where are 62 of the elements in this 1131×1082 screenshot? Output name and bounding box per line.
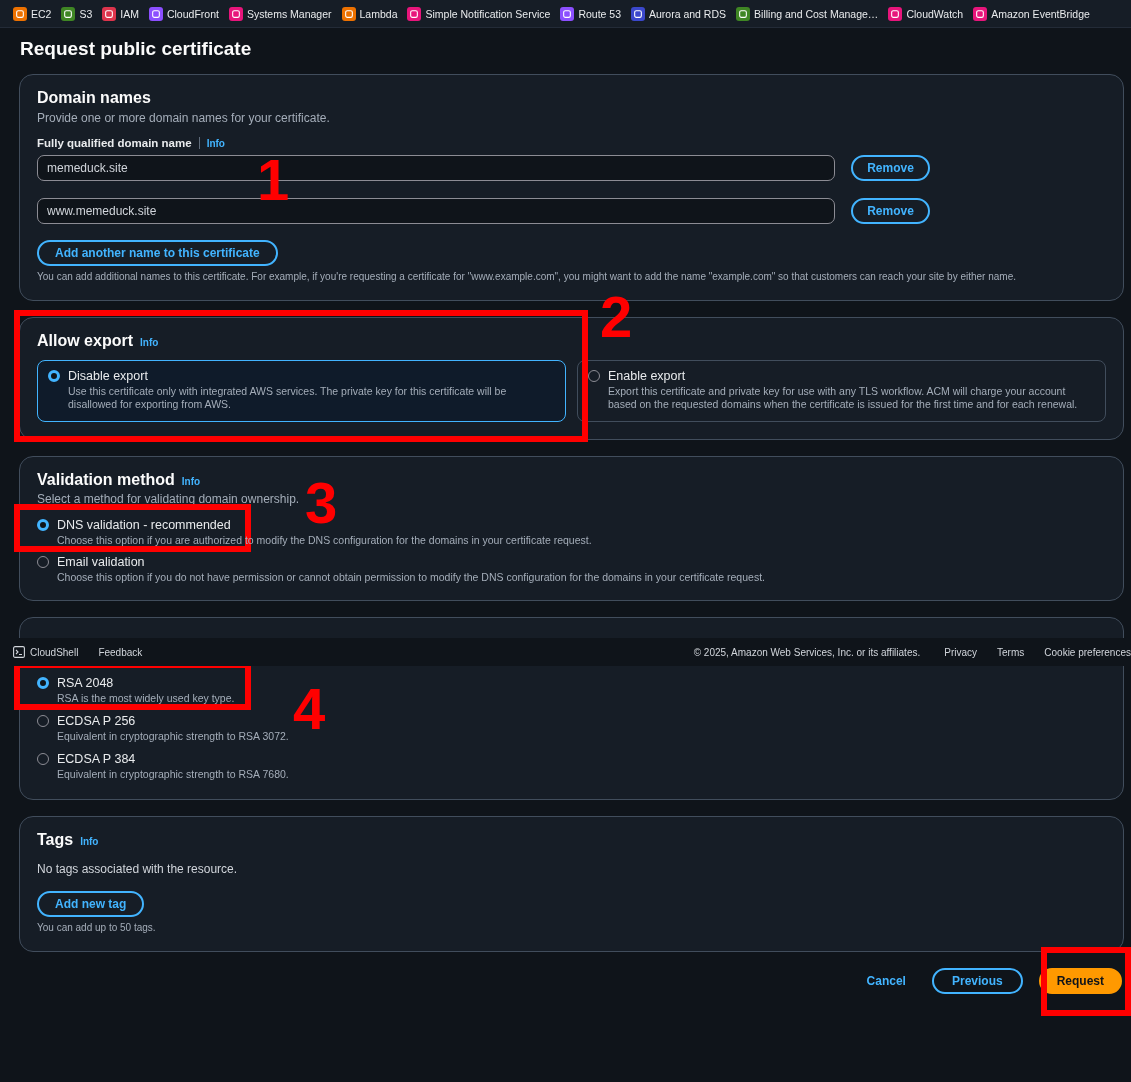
radio-button[interactable] [48, 370, 60, 382]
option-description: Equivalent in cryptographic strength to RSA 7680. [57, 768, 289, 781]
annotation-number: 2 [600, 292, 633, 342]
footer-link[interactable]: Cookie preferences [1044, 646, 1131, 658]
request-button[interactable]: Request [1038, 968, 1122, 994]
cancel-link[interactable]: Cancel [856, 974, 916, 988]
remove-button[interactable]: Remove [851, 155, 930, 181]
section-description: Select a method for validating domain ownership. [37, 492, 301, 506]
add-tag-button[interactable]: Add new tag [37, 891, 145, 917]
option-label: Disable export [68, 369, 149, 383]
option-label: Email validation [57, 555, 146, 569]
feedback-link[interactable]: Feedback [98, 646, 143, 658]
copyright-text: © 2025, Amazon Web Services, Inc. or its affiliates. [693, 646, 921, 658]
info-link[interactable]: Info [80, 836, 99, 847]
service-shortcut[interactable]: CloudWatch [888, 6, 964, 21]
section-heading: Validation method [37, 471, 175, 489]
cloudshell-link[interactable]: CloudShell [13, 646, 79, 658]
hint-text: You can add up to 50 tags. [37, 922, 157, 933]
hint-text: You can add additional names to this certificate. For example, if you're requesting a certificate for "www.example.com", you might want to add the name "example.com" so that customers can reach your site by either name. [37, 271, 1017, 282]
radio-button[interactable] [37, 519, 49, 531]
option-label: RSA 2048 [57, 676, 115, 690]
footer-link[interactable]: Privacy [944, 646, 978, 658]
option-description: RSA is the most widely used key type. [57, 692, 235, 705]
option-description: Export this certificate and private key for use with any TLS workflow. ACM will charge your account based on the requested domains when the certificate is issued for the first time and for each renewal. [608, 385, 1079, 411]
service-shortcut[interactable]: IAM [102, 6, 139, 21]
option-description: Use this certificate only with integrated AWS services. The private key for this certificate will be disallowed for exporting from AWS. [68, 385, 508, 411]
annotation-number: 3 [305, 478, 338, 528]
option-label: DNS validation - recommended [57, 518, 232, 532]
service-shortcut[interactable]: Billing and Cost Manage… [736, 6, 879, 21]
page-title: Request public certificate [20, 38, 253, 60]
remove-button[interactable]: Remove [851, 198, 930, 224]
section-heading: Tags [37, 831, 74, 849]
info-link[interactable]: Info [181, 476, 201, 487]
option-label: ECDSA P 256 [57, 714, 137, 728]
service-shortcut[interactable]: Simple Notification Service [407, 6, 551, 21]
annotation-number: 4 [293, 684, 326, 734]
option-card[interactable]: Disable export Use this certificate only with integrated AWS services. The private key for this certificate will be disallowed for exporting from AWS. [37, 360, 566, 422]
option-label: ECDSA P 384 [57, 752, 137, 766]
service-shortcut[interactable]: S3 [61, 6, 93, 21]
terminal-icon [13, 646, 25, 658]
section-heading: Domain names [37, 89, 151, 107]
service-shortcut[interactable]: Lambda [341, 6, 398, 21]
field-label: Fully qualified domain name [37, 137, 192, 149]
service-shortcut[interactable]: Aurora and RDS [631, 6, 727, 21]
service-shortcut[interactable]: Systems Manager [228, 6, 332, 21]
option-label: Enable export [608, 369, 687, 383]
section-heading: Allow export [37, 332, 133, 350]
service-shortcut[interactable]: CloudFront [148, 6, 219, 21]
previous-button[interactable]: Previous [931, 968, 1023, 994]
service-shortcut[interactable]: Route 53 [560, 6, 621, 21]
section-description: Provide one or more domain names for your certificate. [37, 111, 331, 125]
option-card[interactable] [577, 360, 1106, 422]
service-shortcut[interactable]: EC2 [13, 6, 52, 21]
option-description: Equivalent in cryptographic strength to RSA 3072. [57, 730, 289, 743]
empty-message: No tags associated with the resource. [37, 862, 239, 876]
service-shortcut[interactable]: Amazon EventBridge [973, 6, 1090, 21]
add-name-button[interactable]: Add another name to this certificate [37, 240, 278, 266]
footer-link[interactable]: Terms [997, 646, 1025, 658]
info-link[interactable]: Info [140, 337, 159, 348]
option-description: Choose this option if you do not have permission or cannot obtain permission to modify the DNS configuration for the domains in your certificate request. [57, 571, 765, 584]
info-link[interactable]: Info [206, 137, 225, 149]
radio-button[interactable] [37, 677, 49, 689]
